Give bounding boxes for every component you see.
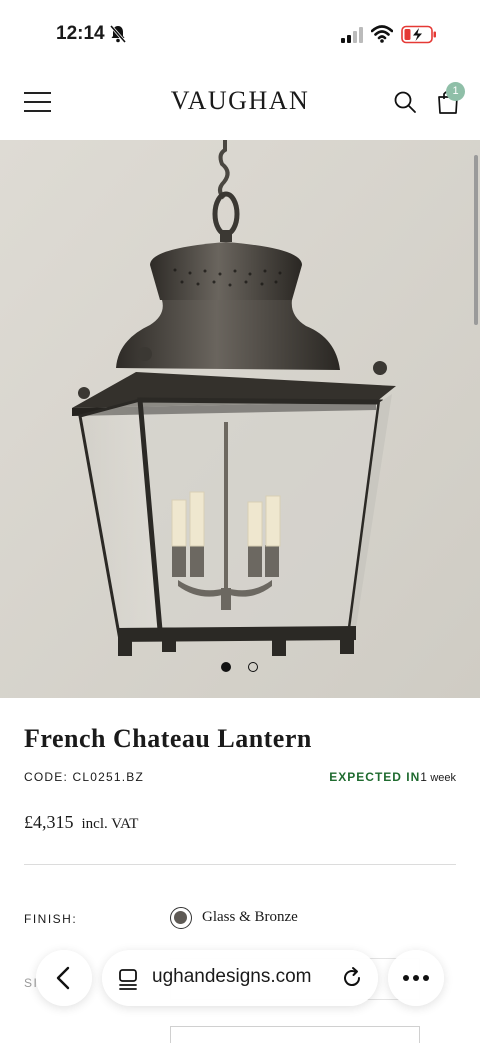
reload-icon[interactable]: [340, 966, 364, 990]
lantern-illustration: [0, 140, 480, 698]
carousel-dot-1[interactable]: [221, 662, 231, 672]
price-row: £4,315 incl. VAT: [24, 812, 138, 833]
availability: EXPECTED IN1 week: [329, 770, 456, 784]
vat-note: incl. VAT: [81, 816, 139, 832]
option-selector[interactable]: [170, 1026, 420, 1043]
tabs-icon: [119, 969, 137, 990]
address-bar[interactable]: ughandesigns.com: [102, 950, 378, 1006]
url-text: ughandesigns.com: [152, 966, 312, 987]
availability-eta-number: 1: [420, 770, 427, 784]
availability-label: EXPECTED IN: [329, 770, 421, 784]
signal-icon: [341, 27, 363, 43]
finish-value: Glass & Bronze: [202, 909, 298, 925]
chevron-left-icon: [56, 966, 70, 990]
price: £4,315: [24, 812, 74, 832]
finish-swatch[interactable]: [170, 907, 192, 929]
battery-charging-icon: [401, 25, 436, 44]
carousel-dots: [0, 660, 480, 674]
more-dots-icon: [403, 975, 429, 981]
finish-label: FINISH:: [24, 912, 78, 926]
browser-toolbar: ughandesigns.com: [0, 940, 480, 1012]
product-code: CODE: CL0251.BZ: [24, 770, 145, 784]
scrollbar[interactable]: [474, 155, 478, 325]
cart-badge: 1: [446, 82, 465, 101]
search-icon[interactable]: [393, 90, 417, 114]
availability-eta-unit: week: [430, 772, 456, 784]
wifi-icon: [371, 25, 393, 43]
product-image[interactable]: [0, 140, 480, 698]
site-header: VAUGHAN 1: [0, 66, 480, 140]
back-button[interactable]: [36, 950, 92, 1006]
status-time: 12:14: [56, 23, 105, 44]
status-bar: 12:14: [0, 0, 480, 66]
more-button[interactable]: [388, 950, 444, 1006]
carousel-dot-2[interactable]: [248, 662, 258, 672]
product-title: French Chateau Lantern: [24, 724, 312, 753]
bell-slash-icon: [110, 25, 126, 43]
divider: [24, 864, 456, 865]
